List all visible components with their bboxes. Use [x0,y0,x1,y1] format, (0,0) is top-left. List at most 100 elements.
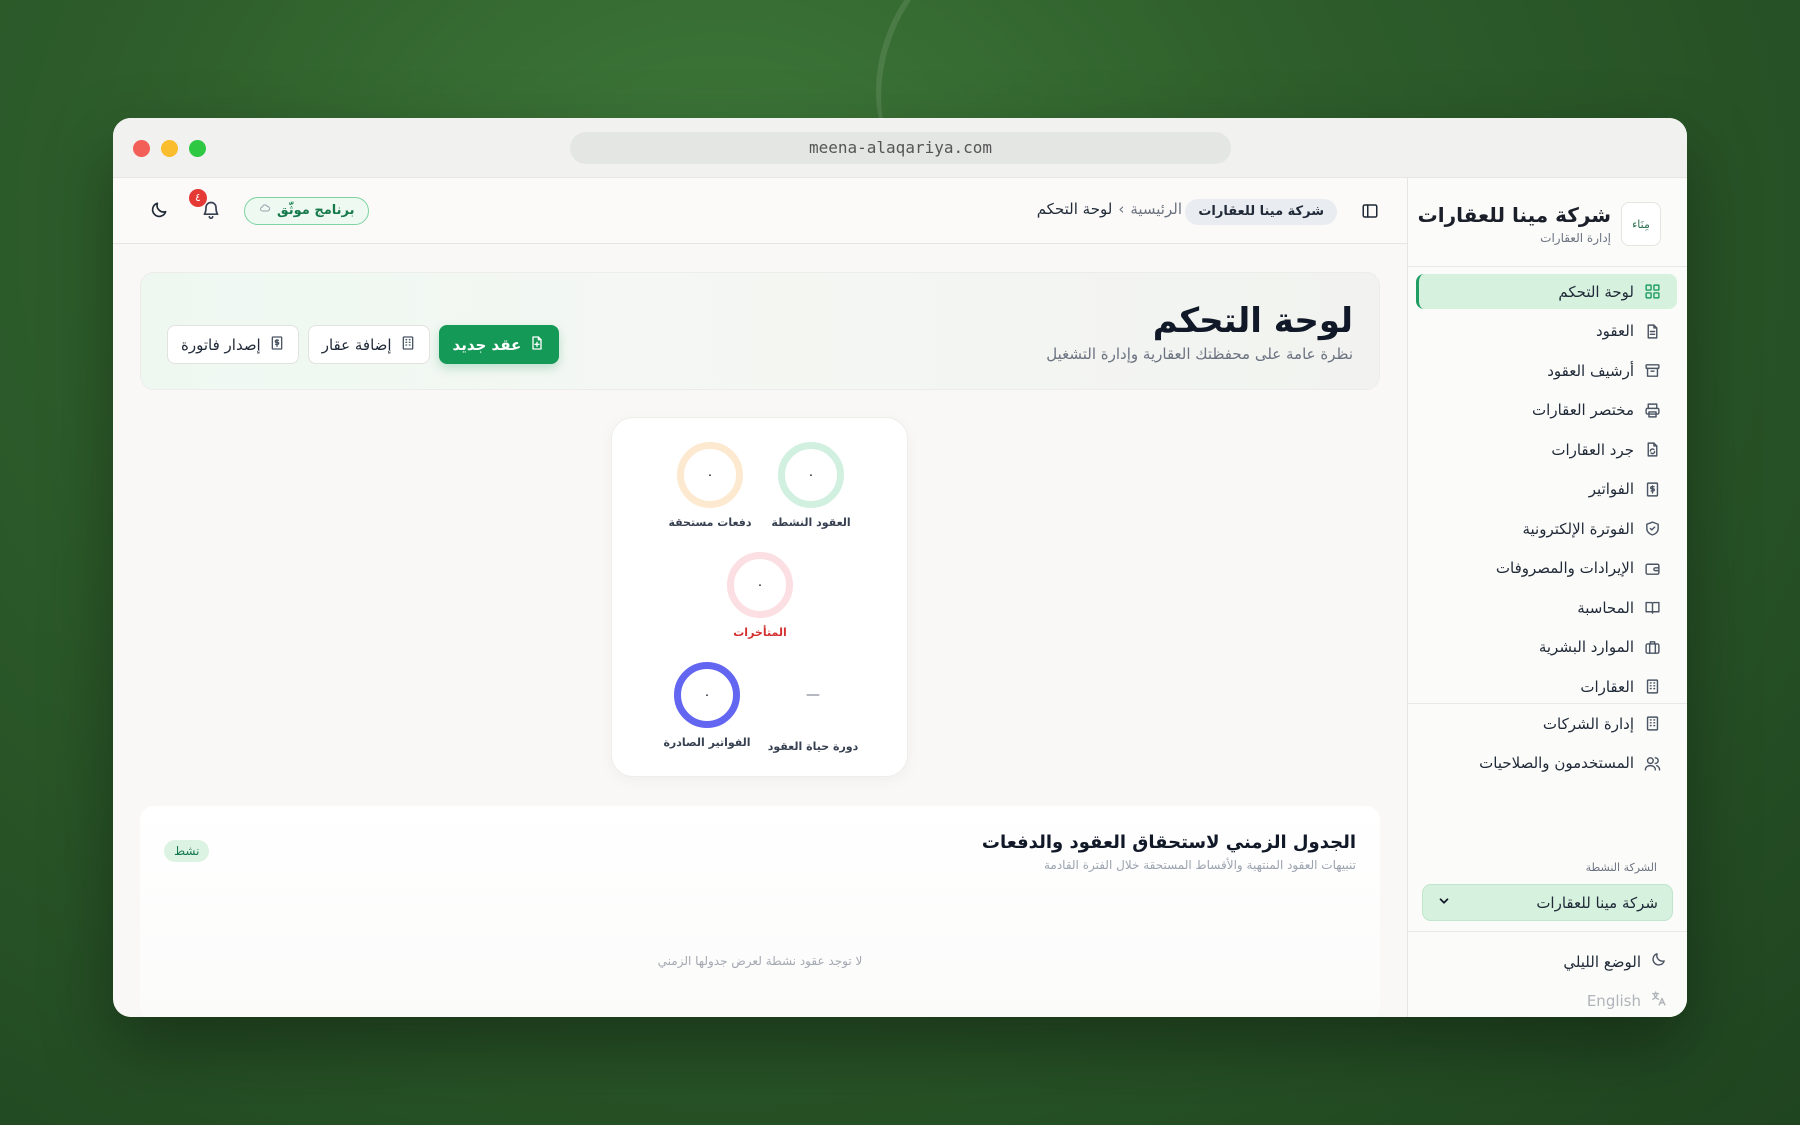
add-property-label: إضافة عقار [321,335,392,354]
stat-issued-invoices[interactable]: ٠ الفواتير الصادرة [652,662,762,749]
building-icon [400,335,416,355]
sidebar-item-label: مختصر العقارات [1532,401,1634,419]
breadcrumb-separator: › [1118,200,1125,218]
issue-invoice-label: إصدار فاتورة [181,335,261,354]
sidebar-item-label: العقارات [1580,677,1634,696]
language-label: English [1586,991,1641,1010]
stat-ring: ٠ [778,442,844,508]
sidebar-item-properties-inventory[interactable]: جرد العقارات [1416,432,1677,467]
building-icon [1643,678,1661,696]
sidebar-item-users-permissions[interactable]: المستخدمون والصلاحيات [1416,746,1677,781]
hero-actions: عقد جديد إضافة عقار إصدار فاتورة [167,325,560,364]
add-property-button[interactable]: إضافة عقار [307,325,430,364]
sidebar-item-label: الموارد البشرية [1538,638,1634,656]
address-bar[interactable]: meena-alaqariya.com [570,132,1231,164]
close-window-button[interactable] [133,140,150,157]
sidebar-item-hr[interactable]: الموارد البشرية [1416,630,1677,665]
stat-label: دورة حياة العقود [767,740,859,753]
users-icon [1643,754,1661,772]
chevron-down-icon [1437,894,1451,912]
verified-badge-label: برنامج موثّق [277,203,355,218]
file-sync-icon [1643,441,1661,459]
contracts-timeline-card: الجدول الزمني لاستحقاق العقود والدفعات ت… [140,806,1380,1017]
sidebar-item-properties-summary[interactable]: مختصر العقارات [1416,393,1677,428]
stat-active-contracts[interactable]: ٠ العقود النشطة [756,442,866,529]
sidebar: مِنَاء شركة مينا للعقارات إدارة العقارات… [1407,178,1687,1017]
language-toggle[interactable]: English [1587,990,1667,1011]
sidebar-item-accounting[interactable]: المحاسبة [1416,590,1677,625]
sidebar-item-label: المستخدمون والصلاحيات [1479,754,1634,772]
document-icon [1643,322,1661,340]
timeline-empty-state: لا توجد عقود نشطة لعرض جدولها الزمني [657,954,863,968]
brand-subtitle: إدارة العقارات [1540,231,1611,245]
company-chip[interactable]: شركة مينا للعقارات [1185,199,1337,225]
sidebar-item-properties[interactable]: العقارات [1416,669,1677,704]
sidebar-admin-nav: إدارة الشركات المستخدمون والصلاحيات [1416,706,1677,785]
building-icon [1643,715,1661,733]
stat-contract-lifecycle[interactable]: — دورة حياة العقود [758,662,868,753]
sidebar-item-e-invoicing[interactable]: الفوترة الإلكترونية [1416,511,1677,546]
sidebar-item-companies[interactable]: إدارة الشركات [1416,706,1677,741]
stat-label: الفواتير الصادرة [663,736,751,749]
active-company-value: شركة مينا للعقارات [1536,893,1658,912]
sidebar-item-label: الفواتير [1588,480,1634,498]
theme-toggle-moon-icon[interactable] [149,200,169,220]
stat-dash: — [806,687,820,703]
sidebar-item-invoices[interactable]: الفواتير [1416,472,1677,507]
briefcase-icon [1643,638,1661,656]
moon-icon [1650,951,1667,972]
new-contract-label: عقد جديد [452,335,522,354]
status-badge: نشط [164,840,210,862]
sidebar-item-contracts-archive[interactable]: أرشيف العقود [1416,353,1677,388]
sidebar-item-contracts[interactable]: العقود [1416,314,1677,349]
divider [1408,703,1687,704]
stat-overdue[interactable]: ٠ المتأخرات [705,552,815,639]
stat-ring: ٠ [677,442,743,508]
sidebar-toggle-icon[interactable] [1361,202,1379,220]
issue-invoice-button[interactable]: إصدار فاتورة [167,325,299,364]
breadcrumb-home[interactable]: الرئيسية [1130,200,1182,218]
dark-mode-label: الوضع الليلي [1563,952,1641,971]
stat-due-payments[interactable]: ٠ دفعات مستحقة [655,442,765,529]
breadcrumb-current: لوحة التحكم [1036,200,1113,218]
stat-label: دفعات مستحقة [668,516,752,529]
top-header: شركة مينا للعقارات الرئيسية › لوحة التحك… [113,178,1407,244]
page-title: لوحة التحكم [1152,301,1353,341]
sidebar-item-label: العقود [1596,322,1634,340]
timeline-title: الجدول الزمني لاستحقاق العقود والدفعات [981,832,1356,853]
minimize-window-button[interactable] [161,140,178,157]
verified-program-badge[interactable]: برنامج موثّق [244,197,370,225]
archive-icon [1643,362,1661,380]
browser-window: meena-alaqariya.com مِنَاء شركة مينا للع… [113,118,1687,1017]
page-subtitle: نظرة عامة على محفظتك العقارية وإدارة الت… [1046,345,1353,363]
dashboard-grid-icon [1643,283,1661,301]
sidebar-item-dashboard[interactable]: لوحة التحكم [1416,274,1677,309]
brand-logo: مِنَاء [1621,202,1661,246]
window-controls [133,140,206,157]
dark-mode-toggle[interactable]: الوضع الليلي [1563,951,1667,972]
sidebar-item-label: أرشيف العقود [1547,361,1634,380]
sidebar-item-label: جرد العقارات [1551,440,1634,459]
app: مِنَاء شركة مينا للعقارات إدارة العقارات… [113,178,1687,1017]
stats-card: ٠ العقود النشطة ٠ دفعات مستحقة ٠ المتأخر… [611,417,908,777]
file-plus-icon [529,335,545,355]
sidebar-item-label: الإيرادات والمصروفات [1495,559,1634,577]
stat-label: المتأخرات [733,626,787,639]
active-company-select[interactable]: شركة مينا للعقارات [1422,884,1673,921]
invoice-dollar-icon [1643,480,1661,498]
translate-icon [1650,990,1667,1011]
sidebar-item-revenue-expenses[interactable]: الإيرادات والمصروفات [1416,551,1677,586]
sidebar-item-label: المحاسبة [1577,598,1634,617]
brand: مِنَاء شركة مينا للعقارات إدارة العقارات [1418,202,1661,246]
stat-ring: ٠ [727,552,793,618]
cloud-icon [259,198,271,224]
divider [1408,931,1687,932]
stat-ring: ٠ [674,662,740,728]
page-hero: لوحة التحكم نظرة عامة على محفظتك العقاري… [140,272,1380,390]
maximize-window-button[interactable] [189,140,206,157]
timeline-subtitle: تنبيهات العقود المنتهية والأقساط المستحق… [1043,858,1356,872]
book-open-icon [1643,599,1661,617]
wallet-icon [1643,559,1661,577]
new-contract-button[interactable]: عقد جديد [438,325,560,364]
breadcrumb: الرئيسية › لوحة التحكم [1037,200,1182,218]
